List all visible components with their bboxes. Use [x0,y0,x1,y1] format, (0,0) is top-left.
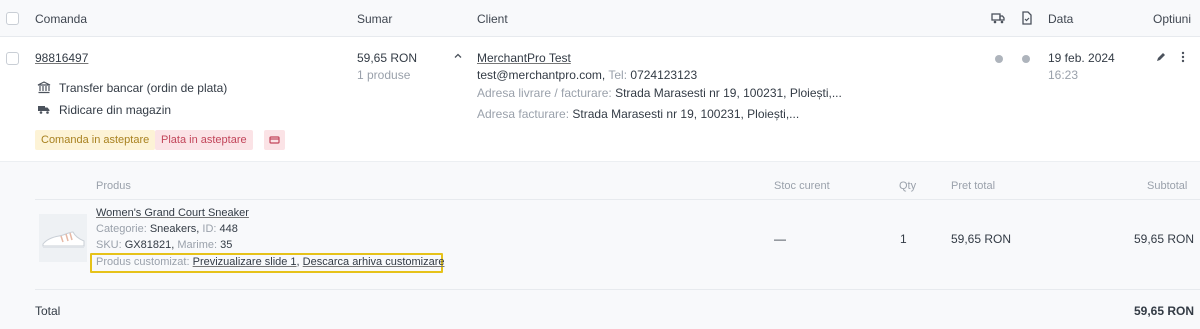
tel-label: Tel: [608,68,628,82]
payment-method: Transfer bancar (ordin de plata) [59,81,228,95]
total-label: Total [35,304,61,318]
billing-address-label: Adresa facturare: [477,107,570,121]
order-id-link[interactable]: 98816497 [35,51,88,65]
product-sku: SKU: GX81821, Marime: 35 [96,239,232,251]
category-label: Categorie: [96,223,147,235]
table-header: Comanda Sumar Client Data Optiuni [0,0,1200,37]
shipping-status-dot [995,55,1003,63]
order-time: 16:23 [1048,68,1079,82]
col-total-price: Pret total [951,180,996,192]
sku-value: GX81821, [124,239,175,251]
col-qty: Qty [899,180,917,192]
truck-icon [991,11,1005,25]
product-thumbnail[interactable] [39,214,87,262]
divider [35,289,1200,290]
product-qty: 1 [900,232,907,246]
store-truck-icon [37,102,51,116]
product-stock: — [774,232,786,246]
order-total: 59,65 RON [357,51,418,65]
shipping-address: Adresa livrare / facturare: Strada Maras… [477,86,842,100]
download-archive-link[interactable]: Descarca arhiva customizare [303,256,445,268]
shipping-address-label: Adresa livrare / facturare: [477,86,612,100]
document-icon [1020,11,1034,25]
divider [35,199,1200,200]
total-value: 59,65 RON [1134,304,1195,318]
id-label: ID: [202,223,217,235]
column-date[interactable]: Data [1048,12,1073,26]
bank-icon [37,80,51,94]
products-count: 1 produse [357,68,411,82]
order-row-checkbox[interactable] [6,52,19,65]
col-product: Produs [96,180,131,192]
client-email: test@merchantpro.com, [477,68,606,82]
preview-slide-link[interactable]: Previzualizare slide 1 [193,256,297,268]
client-contact: test@merchantpro.com, Tel: 0724123123 [477,68,697,82]
col-subtotal: Subtotal [1147,180,1188,192]
card-icon-badge [264,130,285,150]
shipping-address-value: Strada Marasesti nr 19, 100231, Ploiești… [615,86,842,100]
billing-address-value: Strada Marasesti nr 19, 100231, Ploiești… [572,107,800,121]
chevron-up-icon[interactable] [453,50,463,60]
category-value: Sneakers, [149,223,200,235]
billing-address: Adresa facturare: Strada Marasesti nr 19… [477,107,799,121]
column-order[interactable]: Comanda [35,12,87,26]
product-total-price: 59,65 RON [951,232,1012,246]
invoice-status-dot [1022,55,1030,63]
order-date: 19 feb. 2024 [1048,51,1115,65]
product-category: Categorie: Sneakers, ID: 448 [96,223,238,235]
column-summary[interactable]: Sumar [357,12,392,26]
client-tel: 0724123123 [630,68,698,82]
select-all-checkbox[interactable] [6,12,19,25]
client-name-link[interactable]: MerchantPro Test [477,51,571,65]
sku-label: SKU: [96,239,122,251]
col-stock: Stoc curent [774,180,830,192]
product-subtotal: 59,65 RON [1134,232,1195,246]
column-options: Optiuni [1153,12,1192,26]
order-status-badge: Comanda in asteptare [35,130,156,150]
id-value: 448 [219,223,238,235]
customization-label: Produs customizat: [96,256,190,268]
delivery-method: Ridicare din magazin [59,103,172,117]
column-client[interactable]: Client [477,12,508,26]
edit-icon[interactable] [1155,51,1167,63]
size-label: Marime: [177,239,218,251]
product-customization: Produs customizat: Previzualizare slide … [96,256,445,268]
card-icon [269,136,280,144]
product-name-link[interactable]: Women's Grand Court Sneaker [96,207,249,219]
payment-status-badge: Plata in asteptare [155,130,253,150]
sneaker-image [42,231,85,248]
size-value: 35 [220,239,233,251]
more-options-icon[interactable] [1180,51,1186,63]
